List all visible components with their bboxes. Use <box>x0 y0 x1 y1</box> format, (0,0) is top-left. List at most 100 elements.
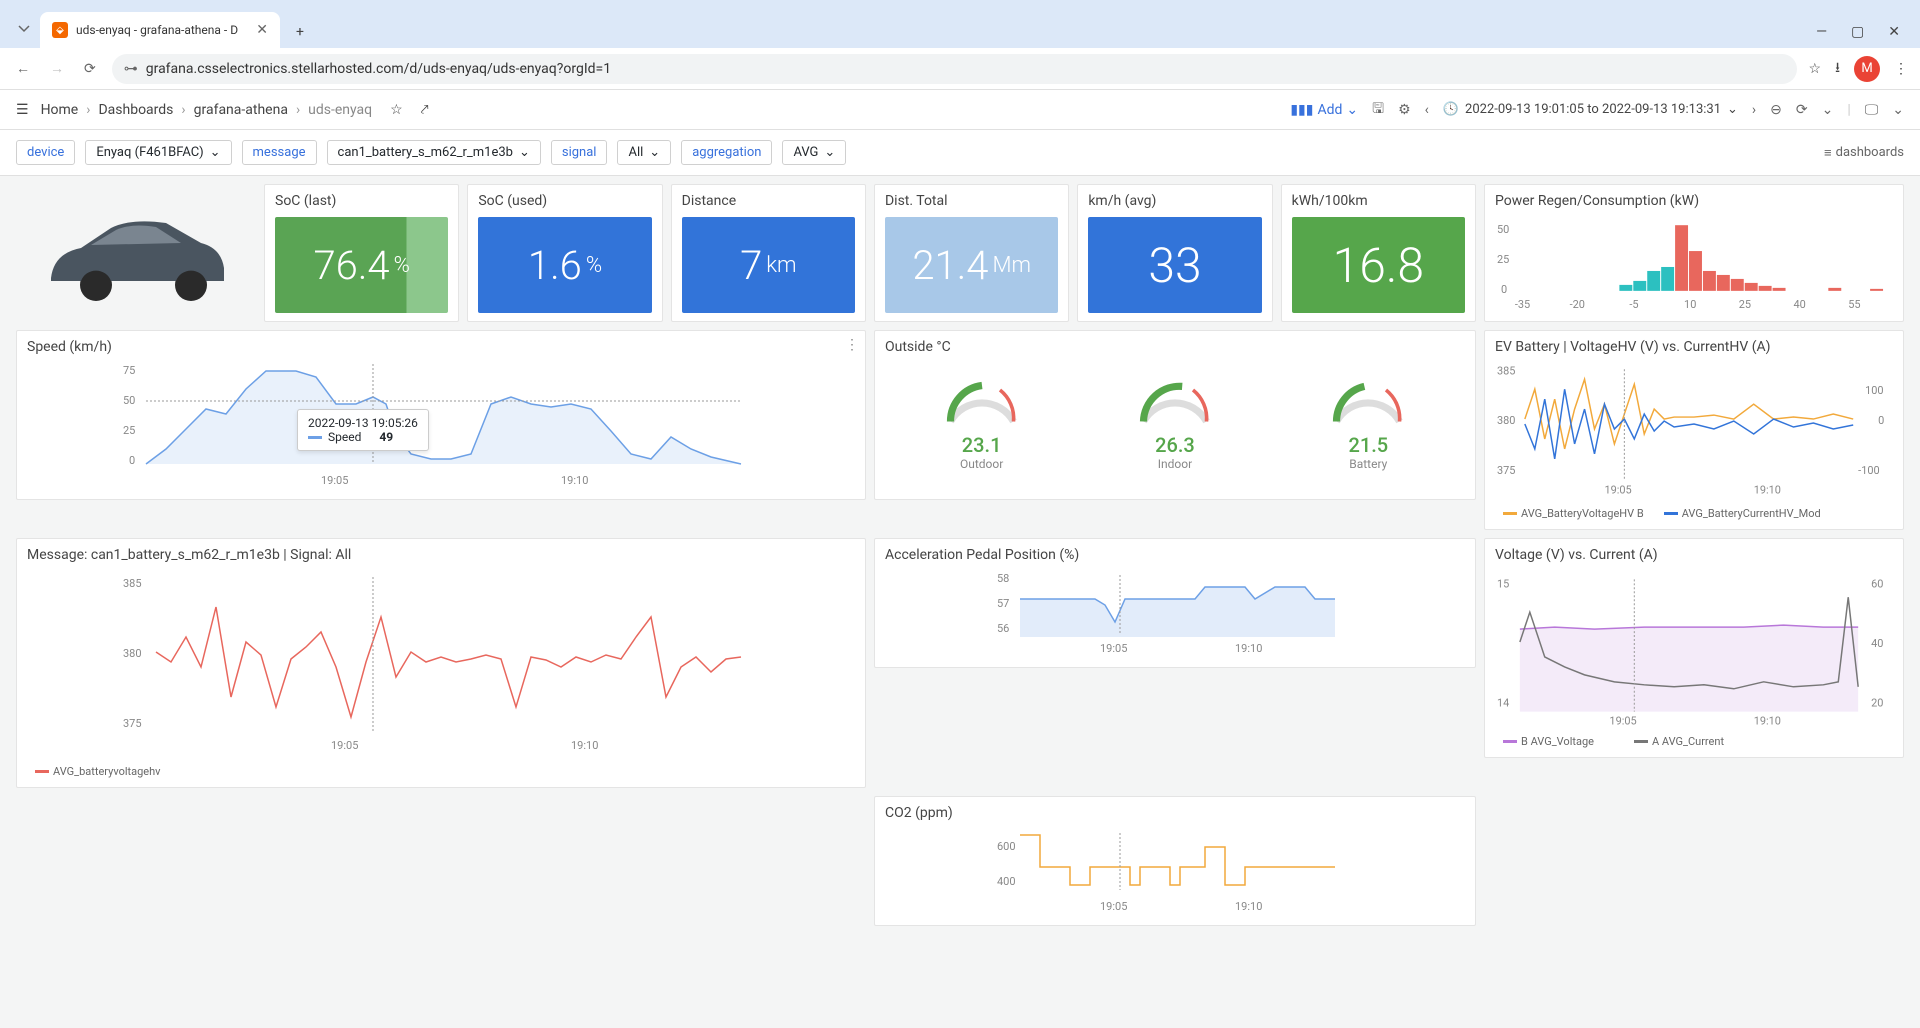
back-icon[interactable]: ← <box>12 56 34 81</box>
svg-text:100: 100 <box>1865 384 1883 397</box>
var-agg-select[interactable]: AVG⌄ <box>782 140 846 165</box>
dashboard-grid: SoC (last) 76.4% SoC (used) 1.6% Distanc… <box>0 176 1920 934</box>
close-window-icon[interactable]: ✕ <box>1888 24 1900 40</box>
evbat-panel[interactable]: EV Battery | VoltageHV (V) vs. CurrentHV… <box>1484 330 1904 530</box>
svg-text:-20: -20 <box>1570 298 1585 311</box>
settings-icon[interactable]: ⚙ <box>1398 102 1411 118</box>
breadcrumb-folder[interactable]: grafana-athena <box>194 102 288 118</box>
save-icon[interactable]: 🖫 <box>1372 98 1384 122</box>
stat-kwh[interactable]: kWh/100km 16.8 <box>1281 184 1476 322</box>
power-panel[interactable]: Power Regen/Consumption (kW) 50250 -35-2… <box>1484 184 1904 322</box>
browser-menu-icon[interactable]: ⋮ <box>1894 61 1908 77</box>
svg-text:50: 50 <box>123 394 135 407</box>
new-tab-button[interactable]: + <box>288 16 312 48</box>
url-bar[interactable]: ⊶ grafana.csselectronics.stellarhosted.c… <box>112 54 1797 84</box>
chevron-down-icon: ⌄ <box>210 145 221 160</box>
svg-text:19:10: 19:10 <box>561 474 588 487</box>
gauge-indoor: 26.3 Indoor <box>1130 369 1220 471</box>
zoom-out-icon[interactable]: ⊖ <box>1770 102 1782 118</box>
chevron-down-icon: ⌄ <box>1727 102 1738 117</box>
svg-text:40: 40 <box>1793 298 1805 311</box>
menu-icon[interactable]: ☰ <box>16 102 29 118</box>
svg-text:56: 56 <box>997 622 1009 635</box>
share-icon[interactable]: ⤤ <box>421 102 429 118</box>
chevron-right-icon: › <box>86 102 90 118</box>
power-histogram: 50250 -35-20-510254055 <box>1495 213 1893 313</box>
svg-text:60: 60 <box>1871 577 1883 590</box>
refresh-icon[interactable]: ⟳ <box>1796 102 1808 118</box>
svg-text:75: 75 <box>123 364 135 377</box>
monitor-icon[interactable]: 🖵 <box>1865 102 1879 118</box>
time-range-picker[interactable]: 🕓 2022-09-13 19:01:05 to 2022-09-13 19:1… <box>1443 102 1738 117</box>
star-dashboard-icon[interactable]: ☆ <box>390 102 403 118</box>
var-agg-label: aggregation <box>681 140 772 165</box>
dashboards-link[interactable]: ≡ dashboards <box>1824 145 1904 161</box>
breadcrumb-dashboards[interactable]: Dashboards <box>98 102 173 118</box>
stat-dist-total[interactable]: Dist. Total 21.4Mm <box>874 184 1069 322</box>
profile-avatar[interactable]: M <box>1854 56 1880 82</box>
volt-panel[interactable]: Voltage (V) vs. Current (A) 1514604020 1… <box>1484 538 1904 758</box>
car-illustration <box>26 203 246 303</box>
volt-chart: 1514604020 19:0519:10 <box>1495 567 1893 727</box>
var-message-select[interactable]: can1_battery_s_m62_r_m1e3b⌄ <box>327 140 541 165</box>
accel-chart: 585756 19:0519:10 <box>885 567 1465 657</box>
star-icon[interactable]: ☆ <box>1809 61 1822 77</box>
svg-text:19:05: 19:05 <box>331 739 358 752</box>
chevron-right-icon: › <box>181 102 185 118</box>
svg-text:0: 0 <box>129 454 135 467</box>
var-signal-select[interactable]: All⌄ <box>617 140 671 165</box>
chevron-down-icon: ⌄ <box>649 145 660 160</box>
reload-icon[interactable]: ⟳ <box>80 57 100 81</box>
stat-soc-last[interactable]: SoC (last) 76.4% <box>264 184 459 322</box>
time-forward-icon[interactable]: › <box>1752 102 1756 118</box>
co2-panel[interactable]: CO2 (ppm) 600400 19:0519:10 <box>874 796 1476 926</box>
add-button[interactable]: ▮▮▮ Add ⌄ <box>1290 102 1358 118</box>
var-message-label: message <box>242 140 317 165</box>
msg-panel[interactable]: Message: can1_battery_s_m62_r_m1e3b | Si… <box>16 538 866 788</box>
svg-text:0: 0 <box>1501 283 1507 296</box>
svg-text:375: 375 <box>123 717 142 730</box>
svg-text:19:10: 19:10 <box>1754 715 1781 727</box>
evbat-chart: 385380375 1000-100 19:0519:10 <box>1495 359 1893 499</box>
grafana-favicon: ⬙ <box>52 22 68 38</box>
stat-distance[interactable]: Distance 7km <box>671 184 866 322</box>
variables-row: device Enyaq (F461BFAC)⌄ message can1_ba… <box>0 130 1920 176</box>
speed-chart: 7550250 19:0519:10 <box>27 359 855 489</box>
outside-panel[interactable]: Outside °C 23.1 Outdoor 26.3 Indoor 21.5… <box>874 330 1476 500</box>
svg-text:25: 25 <box>123 424 135 437</box>
minimize-icon[interactable]: — <box>1816 24 1827 40</box>
stat-kmh[interactable]: km/h (avg) 33 <box>1077 184 1272 322</box>
site-info-icon[interactable]: ⊶ <box>124 61 138 77</box>
close-tab-icon[interactable]: ✕ <box>256 22 268 38</box>
svg-text:19:05: 19:05 <box>1100 900 1127 913</box>
chevron-down-icon: ⌄ <box>519 145 530 160</box>
svg-text:55: 55 <box>1848 298 1860 311</box>
download-icon[interactable]: ⭳ <box>1835 57 1840 81</box>
svg-text:19:05: 19:05 <box>1604 484 1631 497</box>
browser-tab[interactable]: ⬙ uds-enyaq - grafana-athena - D ✕ <box>40 12 280 48</box>
chevron-down-icon[interactable]: ⌄ <box>1892 102 1904 118</box>
stat-soc-used[interactable]: SoC (used) 1.6% <box>467 184 662 322</box>
var-device-select[interactable]: Enyaq (F461BFAC)⌄ <box>85 140 231 165</box>
accel-panel[interactable]: Acceleration Pedal Position (%) 585756 1… <box>874 538 1476 668</box>
tab-actions-icon[interactable] <box>14 18 34 38</box>
maximize-icon[interactable]: ▢ <box>1851 24 1864 40</box>
svg-text:0: 0 <box>1878 414 1884 427</box>
refresh-dropdown-icon[interactable]: ⌄ <box>1822 102 1834 118</box>
svg-text:19:10: 19:10 <box>1235 900 1262 913</box>
co2-chart: 600400 19:0519:10 <box>885 825 1465 915</box>
svg-text:385: 385 <box>1497 364 1515 377</box>
svg-text:19:10: 19:10 <box>571 739 598 752</box>
svg-text:-35: -35 <box>1515 298 1530 311</box>
svg-text:375: 375 <box>1497 464 1515 477</box>
forward-icon[interactable]: → <box>46 56 68 81</box>
svg-text:20: 20 <box>1871 697 1883 710</box>
breadcrumb-home[interactable]: Home <box>41 102 79 118</box>
speed-panel[interactable]: ⋮ Speed (km/h) 7550250 19:0519:10 2022-0… <box>16 330 866 500</box>
msg-chart: 385380375 19:0519:10 <box>27 567 855 757</box>
svg-text:25: 25 <box>1739 298 1751 311</box>
gauge-battery: 21.5 Battery <box>1323 369 1413 471</box>
time-back-icon[interactable]: ‹ <box>1425 102 1429 118</box>
svg-text:19:10: 19:10 <box>1754 484 1781 497</box>
panel-menu-icon[interactable]: ⋮ <box>845 337 859 353</box>
